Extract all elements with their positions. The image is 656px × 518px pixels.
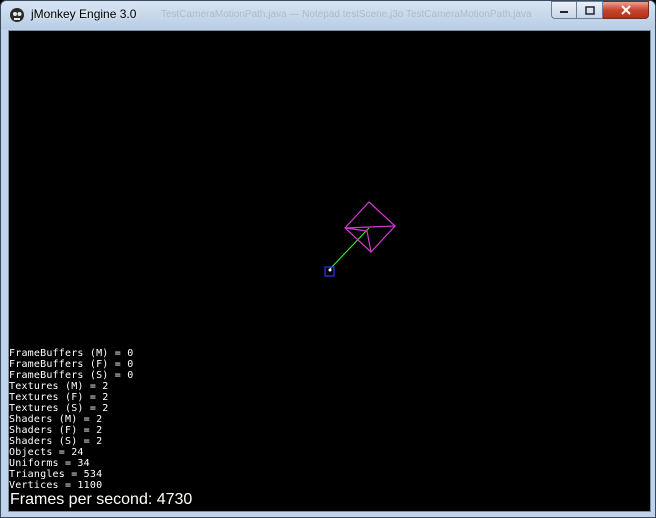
stat-line: FrameBuffers (M) = 0: [9, 348, 134, 359]
close-icon: [620, 5, 631, 15]
path-start-point: [328, 268, 332, 272]
window-title: jMonkey Engine 3.0: [31, 7, 137, 21]
stat-line: FrameBuffers (S) = 0: [9, 370, 134, 381]
minimize-icon: [560, 11, 568, 13]
title-bar[interactable]: jMonkey Engine 3.0 TestCameraMotionPath.…: [1, 1, 655, 29]
path-start-cube-marker: [324, 266, 335, 277]
stats-overlay: FrameBuffers (M) = 0 FrameBuffers (F) = …: [9, 348, 133, 491]
stat-line: Triangles = 534: [9, 469, 103, 480]
stat-line: Textures (F) = 2: [9, 392, 109, 403]
render-viewport[interactable]: FrameBuffers (M) = 0 FrameBuffers (F) = …: [8, 30, 651, 512]
stat-line: Uniforms = 34: [9, 458, 90, 469]
close-button[interactable]: [603, 1, 649, 19]
stat-line: Objects = 24: [9, 447, 84, 458]
window-controls: [551, 1, 649, 19]
fps-counter: Frames per second: 4730: [10, 491, 193, 508]
maximize-button[interactable]: [577, 1, 603, 19]
stat-line: Textures (S) = 2: [9, 403, 109, 414]
stat-line: Textures (M) = 2: [9, 381, 109, 392]
jmonkey-logo-icon: [10, 8, 24, 22]
stat-line: Shaders (M) = 2: [9, 414, 103, 425]
app-window: jMonkey Engine 3.0 TestCameraMotionPath.…: [0, 0, 656, 518]
maximize-icon: [584, 5, 595, 15]
minimize-button[interactable]: [551, 1, 577, 19]
stat-line: Vertices = 1100: [9, 480, 103, 491]
stat-line: FrameBuffers (F) = 0: [9, 359, 134, 370]
background-taskbar-ghost: TestCameraMotionPath.java — Notepad test…: [161, 9, 532, 20]
motion-path-line: [328, 227, 370, 271]
camera-cone-wireframe: [344, 201, 396, 253]
stat-line: Shaders (F) = 2: [9, 425, 103, 436]
stat-line: Shaders (S) = 2: [9, 436, 103, 447]
